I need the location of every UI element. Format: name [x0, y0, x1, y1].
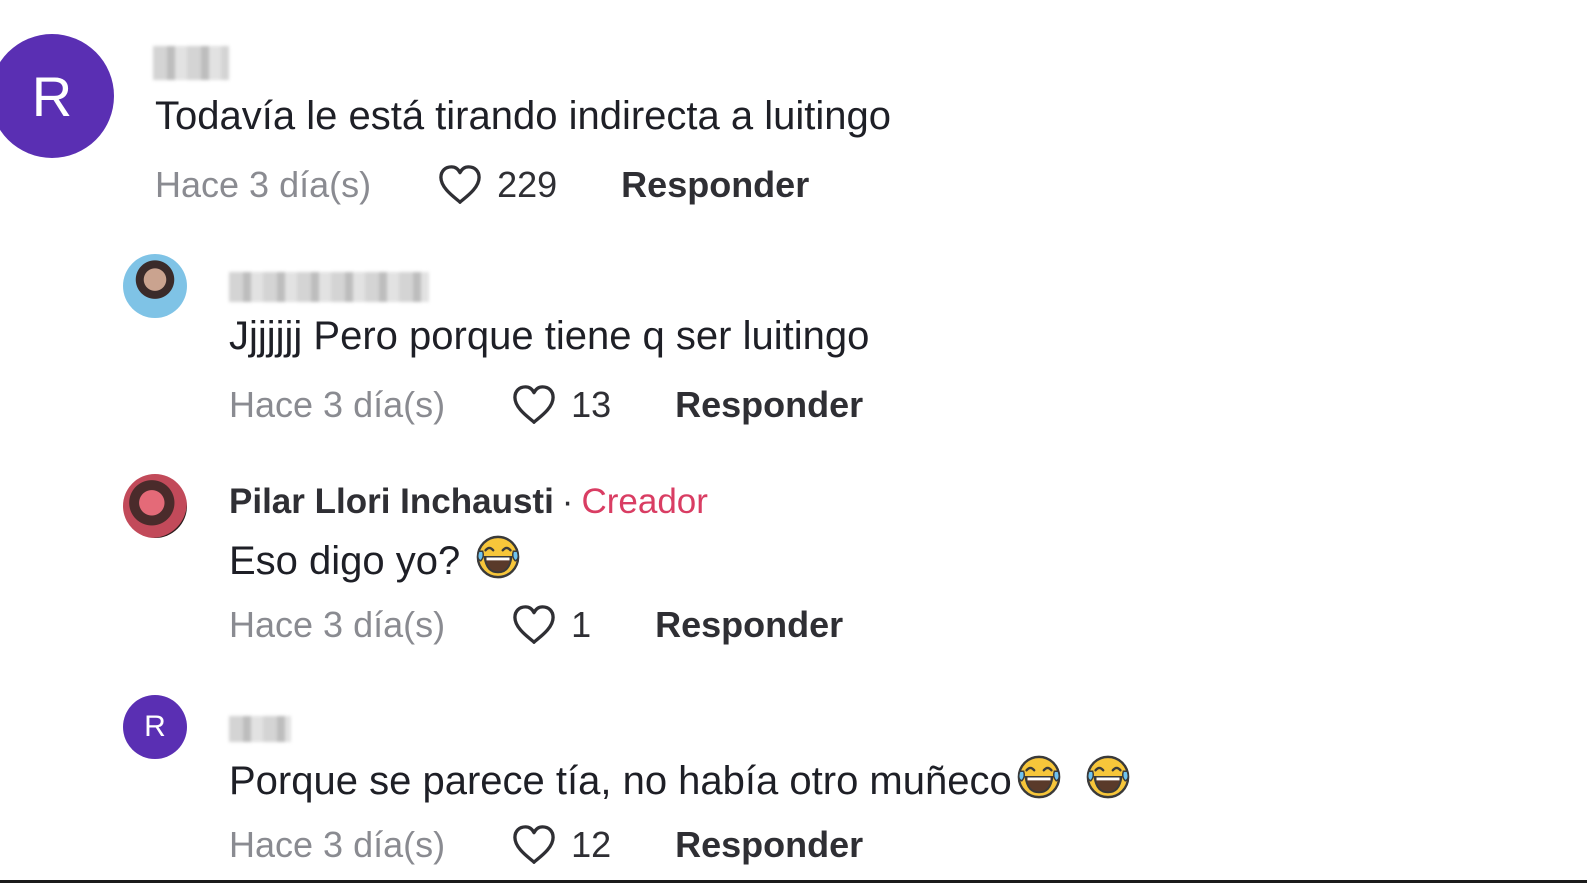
heart-icon[interactable] — [511, 824, 557, 866]
comment-text: Todavía le está tirando indirecta a luit… — [155, 94, 892, 138]
avatar[interactable]: R — [0, 34, 114, 158]
like-count: 13 — [571, 384, 612, 425]
avatar-letter: R — [31, 64, 73, 128]
avatar[interactable]: R — [123, 695, 187, 759]
like-button[interactable]: 229 — [437, 164, 557, 206]
reply-button[interactable]: Responder — [621, 164, 809, 206]
like-count: 12 — [571, 824, 612, 865]
tears-of-joy-emoji-icon — [1085, 754, 1131, 800]
creator-badge: Creador — [581, 482, 708, 521]
comment-meta: Hace 3 día(s) 229 Responder — [155, 164, 809, 206]
timestamp: Hace 3 día(s) — [229, 824, 446, 865]
avatar[interactable] — [123, 254, 187, 318]
tears-of-joy-emoji-icon — [475, 534, 521, 580]
like-button[interactable]: 13 — [511, 384, 611, 426]
like-count: 1 — [571, 604, 592, 645]
timestamp: Hace 3 día(s) — [155, 164, 372, 205]
timestamp: Hace 3 día(s) — [229, 384, 446, 425]
comment-text-content: Eso digo yo? — [229, 539, 461, 583]
comment-text-content: Porque se parece tía, no había otro muñe… — [229, 759, 1012, 803]
timestamp: Hace 3 día(s) — [229, 604, 446, 645]
heart-icon[interactable] — [437, 164, 483, 206]
comment-text: Eso digo yo? — [229, 534, 521, 584]
like-count: 229 — [497, 164, 558, 205]
separator-dot: · — [561, 482, 574, 521]
avatar-letter: R — [144, 710, 166, 743]
comment-meta: Hace 3 día(s) 1 Responder — [229, 604, 843, 646]
heart-icon[interactable] — [511, 384, 557, 426]
reply-button[interactable]: Responder — [655, 604, 843, 646]
username-blurred[interactable] — [153, 46, 229, 80]
username[interactable]: Pilar Llori Inchausti · Creador — [229, 482, 708, 522]
bottom-divider — [0, 880, 1587, 883]
heart-icon[interactable] — [511, 604, 557, 646]
username-blurred[interactable] — [229, 716, 291, 742]
like-button[interactable]: 12 — [511, 824, 611, 866]
tears-of-joy-emoji-icon — [1016, 754, 1062, 800]
comment-text: Jjjjjjj Pero porque tiene q ser luitingo — [229, 314, 870, 358]
reply-button[interactable]: Responder — [675, 824, 863, 866]
reply-button[interactable]: Responder — [675, 384, 863, 426]
comment-meta: Hace 3 día(s) 13 Responder — [229, 384, 863, 426]
comment-text: Porque se parece tía, no había otro muñe… — [229, 754, 1131, 804]
avatar[interactable] — [123, 474, 187, 538]
username-text: Pilar Llori Inchausti — [229, 482, 554, 521]
username-blurred[interactable] — [229, 272, 429, 302]
like-button[interactable]: 1 — [511, 604, 591, 646]
comment-meta: Hace 3 día(s) 12 Responder — [229, 824, 863, 866]
